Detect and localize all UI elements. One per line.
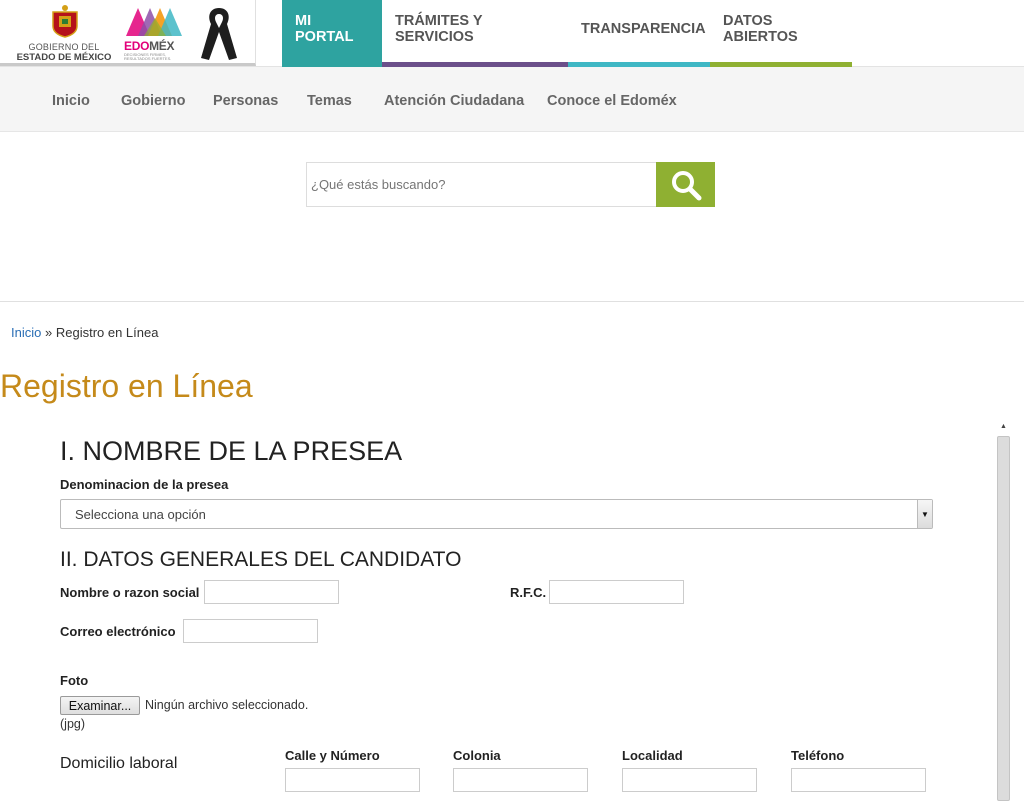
gobierno-logo[interactable]: GOBIERNO DEL ESTADO DE MÉXICO [12,4,116,63]
colonia-label: Colonia [453,748,501,763]
select-arrow-icon: ▼ [917,500,932,528]
nav-atencion-ciudadana[interactable]: Atención Ciudadana [384,93,524,109]
edomex-wordmark: EDOMÉX [124,39,175,53]
correo-label: Correo electrónico [60,624,176,639]
section-presea-title: I. NOMBRE DE LA PRESEA [60,436,403,466]
breadcrumb-separator: » [44,325,53,340]
tab-tramites-servicios[interactable]: TRÁMITES Y SERVICIOS [382,0,568,67]
coat-of-arms-icon [52,5,78,38]
section-candidato-title: II. DATOS GENERALES DEL CANDIDATO [60,548,462,571]
logos-area: GOBIERNO DEL ESTADO DE MÉXICO EDOMÉX DEC… [0,0,256,66]
nav-inicio[interactable]: Inicio [52,93,90,109]
gobierno-logo-line1: GOBIERNO DEL [28,42,100,52]
file-status: Ningún archivo seleccionado. [145,698,309,712]
scrollbar-thumb[interactable] [997,436,1010,801]
mourning-ribbon-icon [201,8,237,60]
rfc-input[interactable] [549,580,684,604]
search-button[interactable] [656,162,715,207]
search-bar [306,162,715,207]
secondary-nav: Inicio Gobierno Personas Temas Atención … [0,67,1024,132]
rfc-label: R.F.C. [510,585,547,600]
breadcrumb: Inicio » Registro en Línea [11,325,158,340]
presea-select-value: Selecciona una opción [75,507,206,522]
page-title: Registro en Línea [0,368,253,404]
nombre-label: Nombre o razon social [60,585,200,600]
localidad-input[interactable] [622,768,757,792]
tab-transparencia[interactable]: TRANSPARENCIA [568,0,710,67]
nav-gobierno[interactable]: Gobierno [121,93,185,109]
foto-label: Foto [60,673,89,688]
nav-temas[interactable]: Temas [307,93,352,109]
telefono-label: Teléfono [791,748,845,763]
edomex-logo[interactable]: EDOMÉX DECISIONES FIRMES, RESULTADOS FUE… [124,4,186,62]
tab-mi-portal[interactable]: MI PORTAL [282,0,382,67]
edomex-tagline: DECISIONES FIRMES, RESULTADOS FUERTES. [124,52,172,61]
breadcrumb-inicio-link[interactable]: Inicio [11,325,41,340]
nombre-input[interactable] [204,580,339,604]
form-scrollbar[interactable]: ▲ [995,418,1012,801]
presea-select[interactable]: Selecciona una opción ▼ [60,499,933,529]
search-icon [671,170,701,200]
file-browse-button[interactable]: Examinar... [60,696,140,715]
tab-datos-abiertos[interactable]: DATOS ABIERTOS [710,0,852,67]
search-input[interactable] [306,162,656,207]
telefono-input[interactable] [791,768,926,792]
presea-label: Denominacion de la presea [60,477,229,492]
nav-conoce-edomex[interactable]: Conoce el Edoméx [547,93,677,109]
top-nav: MI PORTAL TRÁMITES Y SERVICIOS TRANSPARE… [282,0,852,67]
localidad-label: Localidad [622,748,683,763]
breadcrumb-current: Registro en Línea [55,325,159,340]
gobierno-logo-line2: ESTADO DE MÉXICO [16,52,112,63]
nav-personas[interactable]: Personas [213,93,278,109]
divider [0,301,1024,302]
calle-label: Calle y Número [285,748,380,763]
top-header: GOBIERNO DEL ESTADO DE MÉXICO EDOMÉX DEC… [0,0,1024,67]
scroll-up-arrow-icon[interactable]: ▲ [995,418,1012,435]
edomex-triangles-icon [126,8,182,36]
file-type-hint: (jpg) [60,717,86,731]
calle-input[interactable] [285,768,420,792]
registration-form: I. NOMBRE DE LA PRESEA Denominacion de l… [60,418,995,801]
correo-input[interactable] [183,619,318,643]
domicilio-label: Domicilio laboral [60,755,178,772]
colonia-input[interactable] [453,768,588,792]
